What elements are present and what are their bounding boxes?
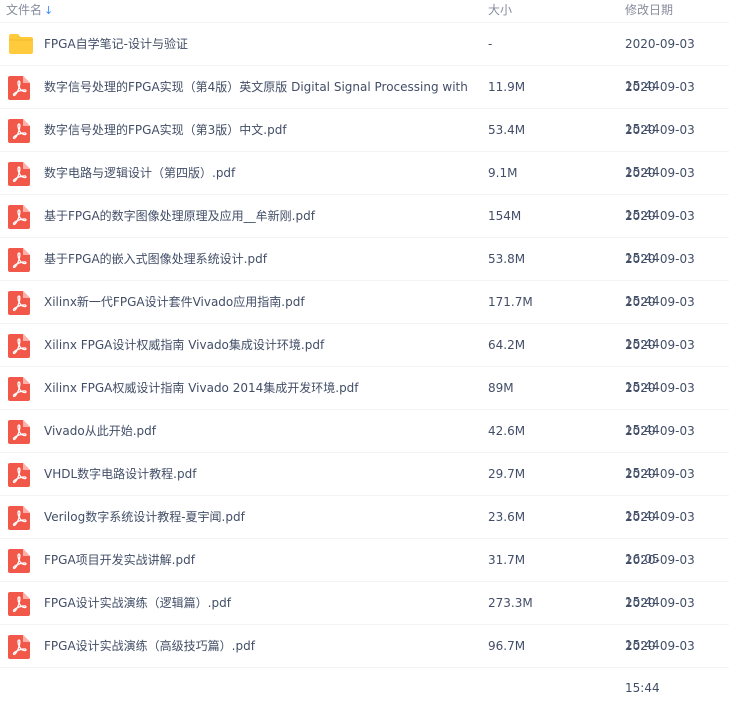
file-size: 89M — [488, 381, 514, 395]
pdf-file-icon — [8, 162, 30, 186]
column-header-date[interactable]: 修改日期 — [625, 0, 673, 20]
file-row[interactable]: Verilog数字系统设计教程-夏宇闻.pdf 23.6M 2020-09-03 1… — [0, 496, 729, 566]
file-row[interactable]: Xilinx FPGA权威设计指南 Vivado 2014集成开发环境.pdf 8… — [0, 367, 729, 437]
file-size: 53.4M — [488, 123, 526, 137]
file-list: FPGA自学笔记-设计与验证 - 2020-09-03 15:44 数字信号处理的FP… — [0, 23, 729, 695]
pdf-file-icon — [8, 205, 30, 229]
file-row[interactable]: 数字电路与逻辑设计（第四版）.pdf 9.1M 2020-09-03 15:44 — [0, 152, 729, 222]
pdf-file-icon — [8, 420, 30, 444]
pdf-file-icon — [8, 506, 30, 530]
file-row[interactable]: 基于FPGA的嵌入式图像处理系统设计.pdf 53.8M 2020-09-03 15… — [0, 238, 729, 308]
pdf-file-icon — [8, 377, 30, 401]
pdf-file-icon — [8, 334, 30, 358]
file-size: 31.7M — [488, 553, 526, 567]
folder-icon — [8, 33, 33, 55]
file-name-link[interactable]: FPGA设计实战演练（高级技巧篇）.pdf — [44, 625, 469, 667]
column-header-name-label: 文件名 — [6, 3, 43, 17]
file-size: 64.2M — [488, 338, 526, 352]
file-name-link[interactable]: 基于FPGA的嵌入式图像处理系统设计.pdf — [44, 238, 469, 280]
file-size: 273.3M — [488, 596, 533, 610]
file-size: 171.7M — [488, 295, 533, 309]
file-row[interactable]: VHDL数字电路设计教程.pdf 29.7M 2020-09-03 15:44 — [0, 453, 729, 523]
file-size: - — [488, 37, 493, 51]
pdf-file-icon — [8, 635, 30, 659]
file-name-link[interactable]: Xilinx FPGA权威设计指南 Vivado 2014集成开发环境.pdf — [44, 367, 469, 409]
pdf-file-icon — [8, 291, 30, 315]
column-header-name[interactable]: 文件名 ↓ — [6, 0, 53, 21]
file-size: 53.8M — [488, 252, 526, 266]
file-size: 11.9M — [488, 80, 526, 94]
file-size: 42.6M — [488, 424, 526, 438]
file-size: 154M — [488, 209, 522, 223]
file-row[interactable]: FPGA自学笔记-设计与验证 -2020-09-03 15:44 — [0, 23, 729, 93]
file-name-link[interactable]: 基于FPGA的数字图像处理原理及应用__牟新刚.pdf — [44, 195, 469, 237]
file-row[interactable]: 数字信号处理的FPGA实现（第4版）英文原版 Digital Signal Pr… — [0, 66, 729, 136]
file-row[interactable]: FPGA项目开发实战讲解.pdf 31.7M 2020-09-03 15:44 — [0, 539, 729, 609]
pdf-file-icon — [8, 76, 30, 100]
file-name-link[interactable]: FPGA自学笔记-设计与验证 — [44, 23, 469, 65]
file-name-link[interactable]: 数字信号处理的FPGA实现（第4版）英文原版 Digital Signal Pr… — [44, 66, 469, 108]
pdf-file-icon — [8, 119, 30, 143]
file-size: 23.6M — [488, 510, 526, 524]
sort-arrow-down-icon[interactable]: ↓ — [44, 4, 53, 17]
file-name-link[interactable]: FPGA项目开发实战讲解.pdf — [44, 539, 469, 581]
file-row[interactable]: 基于FPGA的数字图像处理原理及应用__牟新刚.pdf 154M 2020-09-0… — [0, 195, 729, 265]
file-modified-date: 2020-09-03 15:44 — [625, 639, 695, 695]
file-row[interactable]: Xilinx FPGA设计权威指南 Vivado集成设计环境.pdf 64.2M 2… — [0, 324, 729, 394]
pdf-file-icon — [8, 592, 30, 616]
file-name-link[interactable]: 数字信号处理的FPGA实现（第3版）中文.pdf — [44, 109, 469, 151]
file-name-link[interactable]: Xilinx新一代FPGA设计套件Vivado应用指南.pdf — [44, 281, 469, 323]
file-name-link[interactable]: VHDL数字电路设计教程.pdf — [44, 453, 469, 495]
file-name-link[interactable]: Vivado从此开始.pdf — [44, 410, 469, 452]
file-name-link[interactable]: Verilog数字系统设计教程-夏宇闻.pdf — [44, 496, 469, 538]
file-row[interactable]: FPGA设计实战演练（逻辑篇）.pdf 273.3M 2020-09-03 15:4… — [0, 582, 729, 652]
file-name-link[interactable]: Xilinx FPGA设计权威指南 Vivado集成设计环境.pdf — [44, 324, 469, 366]
file-name-link[interactable]: 数字电路与逻辑设计（第四版）.pdf — [44, 152, 469, 194]
file-size: 9.1M — [488, 166, 518, 180]
column-header-size[interactable]: 大小 — [488, 0, 512, 20]
file-size: 96.7M — [488, 639, 526, 653]
file-row[interactable]: Xilinx新一代FPGA设计套件Vivado应用指南.pdf 171.7M 202… — [0, 281, 729, 351]
file-row[interactable]: Vivado从此开始.pdf 42.6M 2020-09-03 15:44 — [0, 410, 729, 480]
file-row[interactable]: 数字信号处理的FPGA实现（第3版）中文.pdf 53.4M 2020-09-03 … — [0, 109, 729, 179]
pdf-file-icon — [8, 549, 30, 573]
file-size: 29.7M — [488, 467, 526, 481]
pdf-file-icon — [8, 248, 30, 272]
file-name-link[interactable]: FPGA设计实战演练（逻辑篇）.pdf — [44, 582, 469, 624]
file-list-header: 文件名 ↓ 大小 修改日期 — [0, 0, 729, 23]
pdf-file-icon — [8, 463, 30, 487]
